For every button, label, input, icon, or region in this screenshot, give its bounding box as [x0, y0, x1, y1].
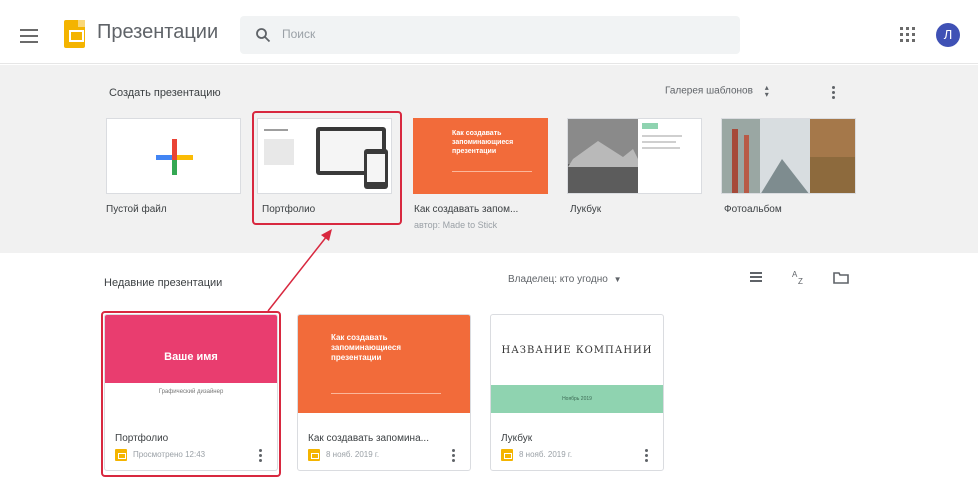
doc-date: 8 нояб. 2019 г. [519, 450, 573, 459]
top-bar: Презентации Поиск Л [0, 0, 978, 64]
slides-logo-icon[interactable] [64, 20, 85, 48]
blank-thumbnail[interactable] [106, 118, 241, 194]
doc-name: Как создавать запомина... [308, 433, 429, 444]
doc-name: Лукбук [501, 433, 533, 444]
template-gallery-toggle[interactable]: Галерея шаблонов ▴ ▾ [665, 84, 769, 104]
recent-title: Недавние презентации [104, 277, 223, 289]
photo-collage [722, 119, 855, 193]
template-label: Пустой файл [106, 204, 167, 215]
app-title[interactable]: Презентации [97, 21, 218, 44]
template-label: Лукбук [570, 204, 602, 215]
template-gallery-section: Создать презентацию Галерея шаблонов ▴ ▾ … [0, 65, 978, 253]
thumbnail-subtitle: Ноябрь 2019 [562, 396, 592, 402]
more-vert-icon[interactable] [645, 449, 649, 465]
more-vert-icon[interactable] [452, 449, 456, 465]
slides-file-icon [501, 449, 513, 461]
owner-filter-label[interactable]: Владелец: кто угодно [508, 274, 608, 285]
search-bar[interactable]: Поиск [240, 16, 740, 54]
list-view-icon[interactable] [749, 270, 765, 284]
plus-icon [156, 139, 193, 175]
doc-thumbnail[interactable]: НАЗВАНИЕ КОМПАНИИ Ноябрь 2019 [491, 315, 663, 413]
folder-icon[interactable] [833, 270, 849, 284]
divider [331, 393, 441, 394]
thumbnail-text: Как создавать запоминающиеся презентации [452, 130, 514, 155]
doc-thumbnail[interactable]: Как создавать запоминающиеся презентации [298, 315, 470, 413]
made-to-stick-thumbnail[interactable]: Как создавать запоминающиеся презентации [413, 118, 548, 194]
thumbnail-title: НАЗВАНИЕ КОМПАНИИ [501, 345, 653, 356]
highlight-recent-portfolio [101, 311, 281, 477]
recent-doc-lookbook[interactable]: НАЗВАНИЕ КОМПАНИИ Ноябрь 2019 Лукбук 8 н… [490, 314, 664, 471]
apps-grid-icon[interactable] [900, 27, 915, 42]
template-label: Фотоальбом [724, 204, 782, 215]
recent-doc-made-to-stick[interactable]: Как создавать запоминающиеся презентации… [297, 314, 471, 471]
lookbook-photo [568, 119, 682, 193]
chevron-down-icon[interactable]: ▼ [614, 275, 622, 284]
thumbnail-title: Как создавать запоминающиеся презентации [331, 333, 402, 362]
template-label: Как создавать запом... [414, 204, 519, 215]
sort-az-icon[interactable]: A Z [791, 269, 809, 285]
divider [452, 171, 532, 172]
doc-date: 8 нояб. 2019 г. [326, 450, 380, 459]
templates-title: Создать презентацию [109, 87, 221, 99]
search-input[interactable]: Поиск [282, 27, 315, 41]
svg-text:Z: Z [798, 277, 803, 285]
photo-album-thumbnail[interactable] [721, 118, 856, 194]
template-author: автор: Made to Stick [414, 220, 498, 230]
menu-icon[interactable] [20, 29, 38, 43]
gallery-label[interactable]: Галерея шаблонов [665, 86, 753, 97]
avatar[interactable]: Л [936, 23, 960, 47]
more-vert-icon[interactable] [832, 86, 836, 102]
sort-arrows-icon[interactable]: ▴ ▾ [765, 84, 769, 99]
slides-file-icon [308, 449, 320, 461]
search-icon[interactable] [255, 27, 271, 43]
owner-filter[interactable]: Владелец: кто угодно ▼ [508, 274, 622, 285]
lookbook-thumbnail[interactable] [567, 118, 702, 194]
highlight-template-portfolio [252, 111, 402, 225]
